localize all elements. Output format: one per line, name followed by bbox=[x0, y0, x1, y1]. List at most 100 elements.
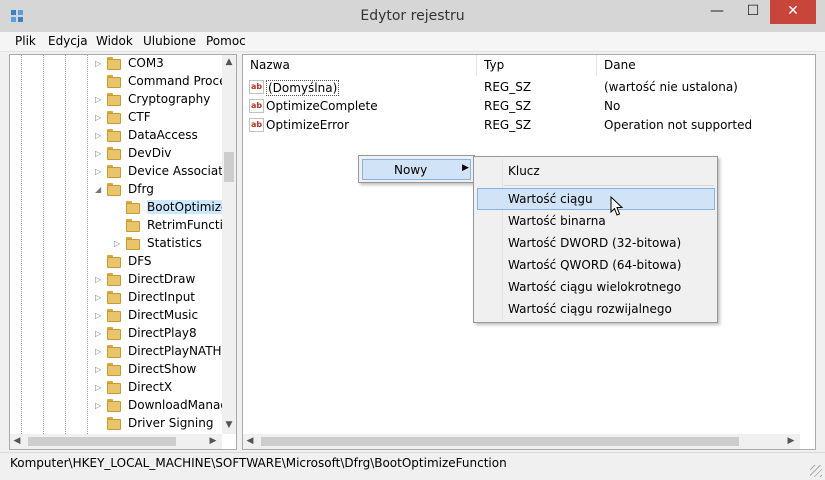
menu-item-string-value[interactable]: Wartość ciągu bbox=[477, 188, 715, 210]
expand-icon[interactable]: ▷ bbox=[95, 148, 104, 160]
folder-icon bbox=[107, 165, 121, 178]
tree-item[interactable]: ▷ DirectShow bbox=[10, 361, 222, 379]
tree-item[interactable]: ▷ DirectPlayNATHe bbox=[10, 343, 229, 361]
scroll-right-icon[interactable]: ▶ bbox=[784, 434, 798, 449]
tree-item[interactable]: ▷ DirectInput bbox=[10, 289, 222, 307]
tree-item[interactable]: ▷ COM3 bbox=[10, 55, 222, 73]
tree-item[interactable]: ▷ Statistics bbox=[10, 235, 222, 253]
expand-icon[interactable]: ▷ bbox=[95, 130, 104, 142]
folder-icon bbox=[126, 201, 140, 214]
scroll-thumb[interactable] bbox=[28, 437, 176, 446]
expand-icon[interactable]: ▷ bbox=[95, 274, 104, 286]
expand-icon[interactable]: ▷ bbox=[95, 292, 104, 304]
expand-icon[interactable]: ▷ bbox=[95, 328, 104, 340]
tree-item-label: Command Proce bbox=[128, 74, 227, 88]
column-header-type[interactable]: Typ bbox=[477, 55, 597, 76]
string-value-icon: ab bbox=[249, 80, 264, 94]
value-type: REG_SZ bbox=[484, 118, 532, 132]
tree-item[interactable]: BootOptimize bbox=[10, 199, 229, 217]
menu-help[interactable]: Pomoc bbox=[206, 34, 246, 48]
tree-item-label: DevDiv bbox=[128, 146, 172, 160]
expand-icon[interactable]: ▷ bbox=[95, 58, 104, 70]
menu-item-dword-value[interactable]: Wartość DWORD (32-bitowa) bbox=[477, 232, 715, 254]
tree-vertical-scrollbar[interactable]: ▲ ▼ bbox=[222, 55, 236, 434]
tree-item[interactable]: ▷ Cryptography bbox=[10, 91, 222, 109]
tree-item[interactable]: ▷ Device Associati bbox=[10, 163, 226, 181]
menu-favorites[interactable]: Ulubione bbox=[143, 34, 196, 48]
menu-item-binary-value[interactable]: Wartość binarna bbox=[477, 210, 715, 232]
new-submenu: Klucz Wartość ciągu Wartość binarna Wart… bbox=[473, 156, 718, 323]
menu-item-label: Wartość DWORD (32-bitowa) bbox=[508, 236, 682, 250]
tree-item[interactable]: ◢ Dfrg bbox=[10, 181, 222, 199]
folder-icon bbox=[107, 273, 121, 286]
tree-item[interactable]: ▷ DirectX bbox=[10, 379, 222, 397]
tree-item[interactable]: ▷ CTF bbox=[10, 109, 222, 127]
scroll-thumb[interactable] bbox=[224, 152, 234, 182]
scroll-right-icon[interactable]: ▶ bbox=[206, 434, 220, 449]
expand-icon[interactable]: ▷ bbox=[95, 364, 104, 376]
resize-grip-icon[interactable] bbox=[810, 465, 822, 477]
menu-item-qword-value[interactable]: Wartość QWORD (64-bitowa) bbox=[477, 254, 715, 276]
tree-item[interactable]: ▷ DataAccess bbox=[10, 127, 222, 145]
expand-icon[interactable]: ▷ bbox=[95, 346, 104, 358]
mouse-cursor-icon bbox=[610, 196, 624, 216]
scroll-down-icon[interactable]: ▼ bbox=[222, 418, 236, 432]
expand-icon[interactable] bbox=[114, 202, 123, 214]
expand-icon[interactable]: ▷ bbox=[95, 166, 104, 178]
value-data: No bbox=[604, 99, 621, 113]
tree-item-label: DirectInput bbox=[128, 290, 196, 304]
scroll-thumb[interactable] bbox=[261, 437, 739, 446]
tree-item[interactable]: ▷ DirectPlay8 bbox=[10, 325, 222, 343]
tree-horizontal-scrollbar[interactable]: ◀ ▶ bbox=[10, 434, 222, 449]
expand-icon[interactable] bbox=[95, 76, 104, 88]
tree-item-label: Dfrg bbox=[128, 182, 154, 196]
menu-file[interactable]: Plik bbox=[15, 34, 36, 48]
minimize-button[interactable]: — bbox=[700, 0, 734, 24]
expand-icon[interactable]: ▷ bbox=[95, 382, 104, 394]
expand-icon[interactable]: ▷ bbox=[114, 238, 123, 250]
menu-item-label: Klucz bbox=[508, 164, 540, 178]
tree-item[interactable]: ▷ DownloadManag bbox=[10, 397, 228, 415]
menu-item-new[interactable]: Nowy ▶ bbox=[362, 159, 471, 180]
scroll-left-icon[interactable]: ◀ bbox=[243, 434, 257, 449]
tree-item[interactable]: Driver Signing bbox=[10, 415, 222, 433]
expand-icon[interactable] bbox=[95, 418, 104, 430]
menu-item-label: Wartość QWORD (64-bitowa) bbox=[508, 258, 682, 272]
tree-item-label: Device Associati bbox=[128, 164, 227, 178]
value-row[interactable]: ab OptimizeError REG_SZ Operation not su… bbox=[243, 116, 815, 135]
expand-icon[interactable]: ▷ bbox=[95, 112, 104, 124]
tree-item-label: DirectDraw bbox=[128, 272, 196, 286]
menu-view[interactable]: Widok bbox=[96, 34, 133, 48]
expand-icon[interactable]: ▷ bbox=[95, 310, 104, 322]
list-horizontal-scrollbar[interactable]: ◀ ▶ bbox=[243, 434, 800, 449]
expand-icon[interactable] bbox=[114, 220, 123, 232]
value-row[interactable]: ab OptimizeComplete REG_SZ No bbox=[243, 97, 815, 116]
string-value-icon: ab bbox=[249, 118, 264, 132]
tree-item[interactable]: Command Proce bbox=[10, 73, 227, 91]
scroll-up-icon[interactable]: ▲ bbox=[222, 55, 236, 69]
close-button[interactable]: ✕ bbox=[770, 0, 816, 24]
expand-icon[interactable]: ▷ bbox=[95, 94, 104, 106]
menu-item-multi-string-value[interactable]: Wartość ciągu wielokrotnego bbox=[477, 276, 715, 298]
column-header-data[interactable]: Dane bbox=[597, 55, 815, 76]
expand-icon[interactable] bbox=[95, 256, 104, 268]
collapse-icon[interactable]: ◢ bbox=[95, 184, 104, 196]
value-row[interactable]: ab (Domyślna) REG_SZ (wartość nie ustalo… bbox=[243, 78, 815, 97]
tree-item[interactable]: DFS bbox=[10, 253, 222, 271]
tree-item[interactable]: ▷ DevDiv bbox=[10, 145, 222, 163]
tree-item-label: DirectShow bbox=[128, 362, 197, 376]
maximize-button[interactable]: ☐ bbox=[736, 0, 770, 24]
menu-item-key[interactable]: Klucz bbox=[477, 160, 715, 182]
tree-item[interactable]: ▷ DirectMusic bbox=[10, 307, 222, 325]
folder-icon bbox=[107, 255, 121, 268]
column-header-name[interactable]: Nazwa bbox=[243, 55, 477, 76]
scroll-left-icon[interactable]: ◀ bbox=[10, 434, 24, 449]
expand-icon[interactable]: ▷ bbox=[95, 400, 104, 412]
tree-item[interactable]: RetrimFunctio bbox=[10, 217, 230, 235]
menu-item-expandable-string-value[interactable]: Wartość ciągu rozwijalnego bbox=[477, 298, 715, 320]
string-value-icon: ab bbox=[249, 99, 264, 113]
tree-item[interactable]: ▷ DirectDraw bbox=[10, 271, 222, 289]
tree-item-label: DirectPlay8 bbox=[128, 326, 197, 340]
menu-edit[interactable]: Edycja bbox=[48, 34, 88, 48]
folder-icon bbox=[107, 111, 121, 124]
